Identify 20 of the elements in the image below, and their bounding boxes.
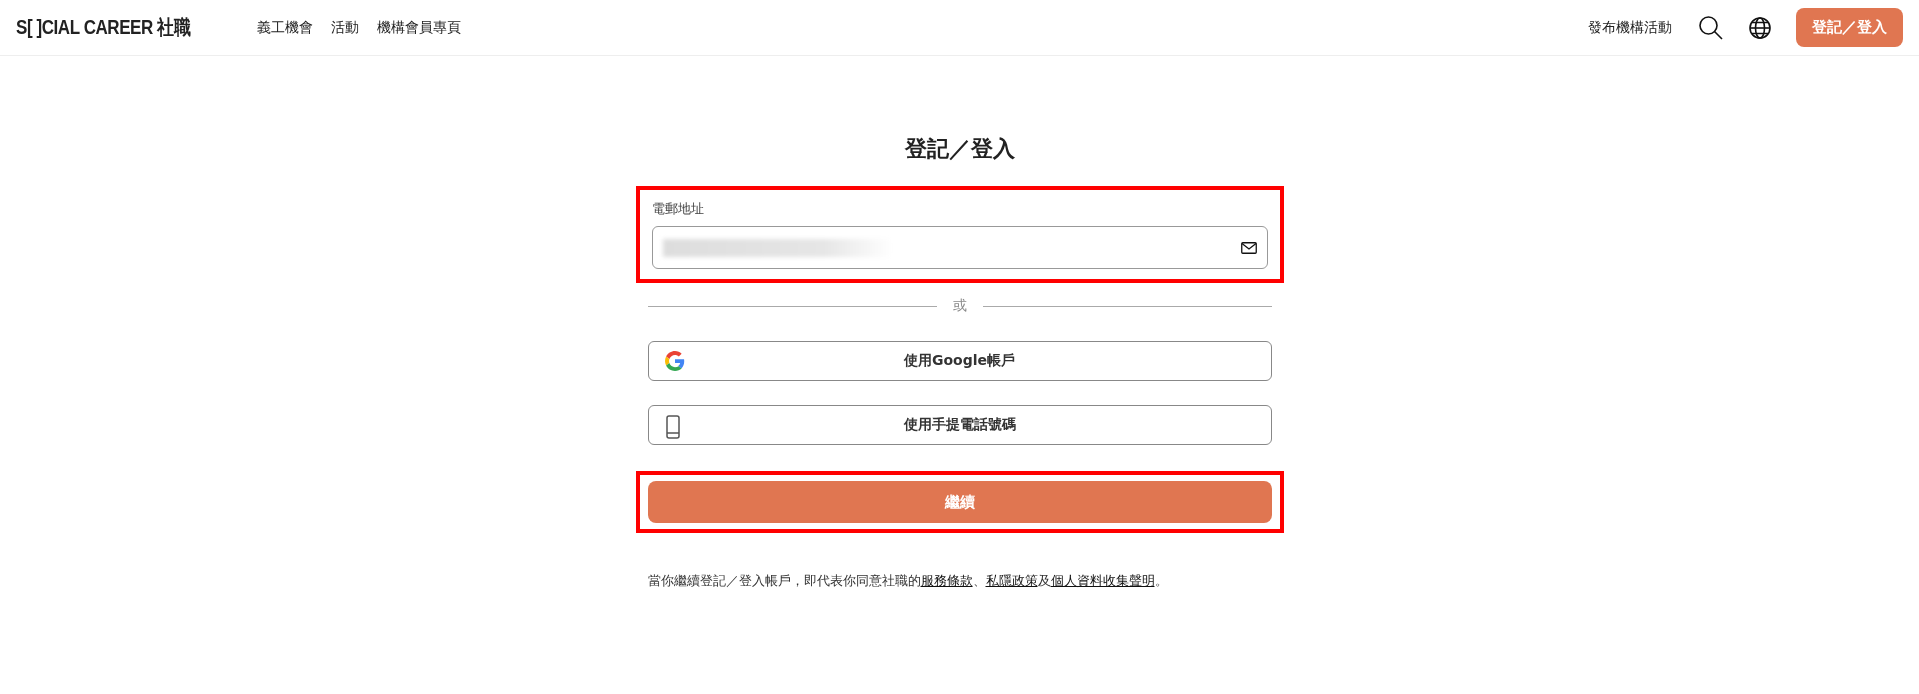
nav-link[interactable]: 義工機會 bbox=[257, 18, 314, 37]
post-event-link[interactable]: 發布機構活動 bbox=[1588, 18, 1672, 37]
terms-link[interactable]: 服務條款 bbox=[920, 573, 973, 588]
terms-link[interactable]: 個人資料收集聲明 bbox=[1050, 573, 1155, 588]
logo[interactable]: S[ ]CIAL CAREER 社職 bbox=[16, 14, 191, 41]
google-icon bbox=[664, 351, 685, 371]
field-label: 電郵地址 bbox=[651, 200, 705, 218]
google-login-button[interactable]: 使用Google帳戶 bbox=[647, 341, 1272, 381]
phone-icon bbox=[664, 415, 681, 439]
globe-icon[interactable] bbox=[1748, 15, 1772, 40]
mail-icon bbox=[1240, 241, 1257, 254]
nav-link[interactable]: 活動 bbox=[331, 18, 360, 37]
page-title: 登記／登入 bbox=[903, 135, 1016, 163]
terms-link[interactable]: 私隱政策 bbox=[985, 573, 1038, 588]
divider-label: 或 bbox=[952, 297, 967, 315]
email-field[interactable] bbox=[651, 226, 1268, 269]
terms-notice: 當你繼續登記／登入帳戶，即代表你同意社職的服務條款、私隱政策及個人資料收集聲明。 bbox=[647, 573, 1169, 590]
phone-login-button[interactable]: 使用手提電話號碼 bbox=[647, 405, 1272, 445]
search-icon[interactable] bbox=[1698, 14, 1724, 41]
nav-link[interactable]: 機構會員專頁 bbox=[377, 18, 462, 37]
